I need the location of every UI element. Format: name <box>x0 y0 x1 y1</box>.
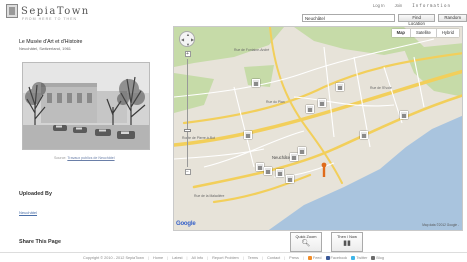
join-link[interactable]: Join <box>395 3 403 8</box>
zoom-slider-handle[interactable] <box>184 129 191 132</box>
map-data-credit: Map data ©2012 Google - <box>422 223 459 227</box>
city-label: Neuchâtel <box>272 155 291 160</box>
map-type-map[interactable]: Map <box>391 29 411 37</box>
photo-marker[interactable] <box>244 131 252 139</box>
blog-icon <box>371 255 376 260</box>
pan-down-icon[interactable]: ▼ <box>186 43 190 47</box>
footer-link-report[interactable]: Report Problem <box>212 256 239 260</box>
quick-zoom-button[interactable]: Quick Zoom 🔍︎ <box>290 232 322 252</box>
facebook-link[interactable]: Facebook <box>325 255 348 260</box>
site-header: SepiaTown FROM HERE TO THEN Log In Join … <box>0 0 467 26</box>
facebook-icon <box>325 255 330 260</box>
google-logo[interactable]: Google <box>176 221 196 227</box>
map-type-hybrid[interactable]: Hybrid <box>436 29 459 37</box>
login-link[interactable]: Log In <box>373 3 385 8</box>
pan-control[interactable]: ▲ ◀ ▶ ▼ <box>179 31 195 47</box>
location-search: Find Location Random <box>302 14 467 26</box>
uploader-link[interactable]: Neuchâtel <box>19 210 37 215</box>
place-title: Le Musée d'Art et d'Histoire <box>19 39 83 45</box>
place-location-date: Neuchâtel, Switzerland, 1961 <box>19 46 72 51</box>
photo-caption: Source: Travaux publics de Neuchâtel <box>54 156 115 160</box>
zoom-out-button[interactable]: − <box>184 169 191 175</box>
site-logo[interactable]: SepiaTown <box>6 4 90 18</box>
photo-marker[interactable] <box>252 79 260 87</box>
footer-link-latest[interactable]: Latest <box>172 256 182 260</box>
map-type-control: Map Satellite Hybrid <box>391 29 459 37</box>
photo-panel: Le Musée d'Art et d'Histoire Neuchâtel, … <box>0 26 172 252</box>
pan-left-icon[interactable]: ◀ <box>181 38 184 42</box>
map-canvas[interactable]: Rue de Fontaine-André Rue du Plan Rue de… <box>174 27 463 231</box>
photo-marker[interactable] <box>336 83 344 91</box>
logo-text: SepiaTown <box>21 5 90 17</box>
photo-marker[interactable] <box>318 99 326 107</box>
then-now-button[interactable]: Then / Now ▮▮ <box>331 232 363 252</box>
copyright: Copyright © 2010 - 2012 SepiaTown <box>82 255 145 260</box>
zoom-slider[interactable] <box>184 59 191 167</box>
photo-marker[interactable] <box>290 153 298 161</box>
pan-right-icon[interactable]: ▶ <box>191 38 194 42</box>
magnifier-icon: 🔍︎ <box>301 240 311 247</box>
footer-link-home[interactable]: Home <box>153 256 163 260</box>
road-label: Rue du Plan <box>266 100 285 104</box>
photo-marker[interactable] <box>360 131 368 139</box>
footer-link-all-info[interactable]: All Info <box>192 256 204 260</box>
photo-marker[interactable] <box>286 175 294 183</box>
feed-label: Feed <box>312 255 322 260</box>
zoom-control: + − <box>184 51 191 179</box>
information-link[interactable]: Information <box>412 3 451 8</box>
road-label: Rue de la Maladière <box>194 194 224 198</box>
then-now-icon: ▮▮ <box>343 240 351 247</box>
photo-marker[interactable] <box>256 163 264 171</box>
map-actions: Quick Zoom 🔍︎ Then / Now ▮▮ <box>290 232 363 252</box>
map-type-satellite[interactable]: Satellite <box>410 29 437 37</box>
facebook-label: Facebook <box>330 255 348 260</box>
random-button[interactable]: Random <box>438 14 467 22</box>
footer-link-terms[interactable]: Terms <box>248 256 258 260</box>
logo-mark-icon <box>6 4 18 18</box>
zoom-in-button[interactable]: + <box>184 51 191 57</box>
site-footer: Copyright © 2010 - 2012 SepiaTown | Home… <box>0 252 467 262</box>
site-tagline: FROM HERE TO THEN <box>22 17 78 21</box>
location-search-input[interactable] <box>302 14 395 22</box>
feed-link[interactable]: Feed <box>307 255 322 260</box>
footer-link-press[interactable]: Press <box>289 256 299 260</box>
photo-marker[interactable] <box>306 105 314 113</box>
share-heading: Share This Page <box>19 239 61 245</box>
pan-up-icon[interactable]: ▲ <box>186 33 190 37</box>
historic-photo-image <box>23 63 149 149</box>
road-label: Rue de l'Evole <box>370 86 392 90</box>
caption-prefix: Source: <box>54 156 68 160</box>
photo-marker[interactable] <box>298 147 306 155</box>
uploaded-by-heading: Uploaded By <box>19 191 52 197</box>
twitter-link[interactable]: Twitter <box>351 255 368 260</box>
twitter-icon <box>351 255 356 260</box>
photo-marker[interactable] <box>400 111 408 119</box>
top-nav: Log In Join Information <box>373 3 451 8</box>
footer-link-contact[interactable]: Contact <box>267 256 280 260</box>
map-view[interactable]: Rue de Fontaine-André Rue du Plan Rue de… <box>173 26 463 231</box>
blog-link[interactable]: Blog <box>371 255 385 260</box>
find-location-button[interactable]: Find Location <box>397 14 436 26</box>
blog-label: Blog <box>376 255 385 260</box>
historic-photo[interactable] <box>22 62 150 150</box>
road-label: Rue de Fontaine-André <box>234 48 269 52</box>
photo-marker[interactable] <box>264 167 272 175</box>
source-link[interactable]: Travaux publics de Neuchâtel <box>67 156 114 160</box>
photo-marker[interactable] <box>276 169 284 177</box>
twitter-label: Twitter <box>356 255 368 260</box>
rss-icon <box>307 255 312 260</box>
